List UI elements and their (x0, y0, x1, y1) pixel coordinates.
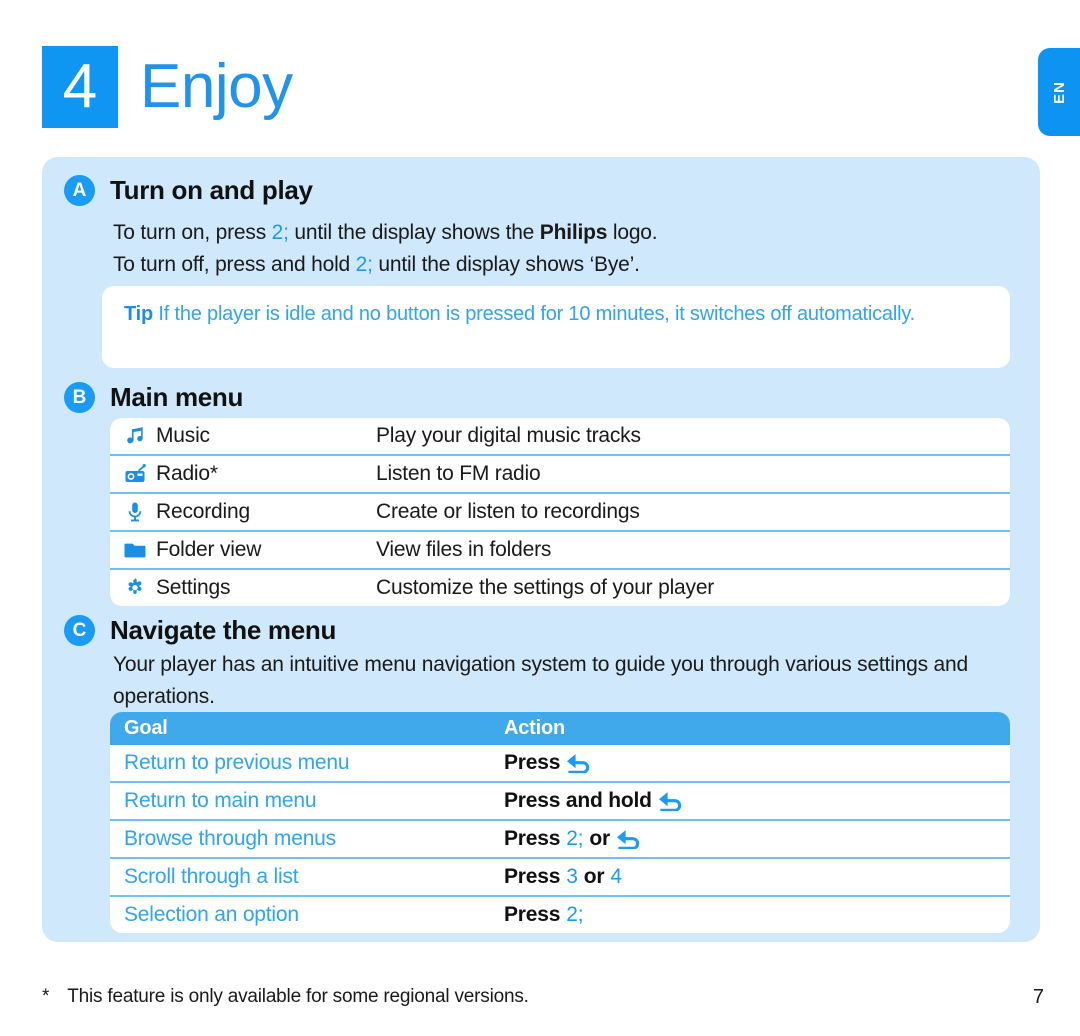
goal-cell: Browse through menus (124, 827, 336, 850)
turn-on-text-mid: until the display shows the (288, 221, 540, 244)
menu-row: Radio* Listen to FM radio (110, 456, 1010, 494)
radio-icon (124, 463, 146, 485)
column-header-action: Action (504, 717, 566, 739)
table-row: Scroll through a list Press 3 or 4 (110, 859, 1010, 897)
key-glyph-primary: 3 (566, 865, 578, 888)
turn-off-text-pre: To turn off, press and hold (113, 253, 356, 276)
tip-body: If the player is idle and no button is p… (153, 303, 916, 325)
action-verb: Press and hold (504, 789, 652, 812)
table-row: Return to main menu Press and hold (110, 783, 1010, 821)
footnote-text: This feature is only available for some … (67, 986, 529, 1007)
action-joiner: or (589, 827, 610, 850)
section-badge-c: C (64, 615, 95, 646)
microphone-icon (124, 501, 146, 523)
back-arrow-icon (616, 829, 642, 849)
menu-row: Folder view View files in folders (110, 532, 1010, 570)
chapter-number-badge: 4 (42, 46, 118, 128)
action-cell: Press 2; or (504, 827, 642, 851)
table-row: Selection an option Press 2; (110, 897, 1010, 933)
section-heading-a: A Turn on and play (64, 175, 313, 206)
tip-text: Tip If the player is idle and no button … (124, 299, 988, 329)
action-joiner: or (583, 865, 605, 888)
page-header: 4 Enjoy (42, 46, 293, 128)
menu-label-cell: Recording (124, 500, 376, 524)
main-menu-table: Music Play your digital music tracks Radio… (110, 418, 1010, 606)
menu-label: Radio* (156, 462, 218, 485)
menu-description: View files in folders (376, 538, 552, 561)
menu-label-cell: Music (124, 424, 376, 448)
action-cell: Press (504, 751, 592, 775)
section-badge-b: B (64, 382, 95, 413)
table-row: Return to previous menu Press (110, 745, 1010, 783)
menu-label: Settings (156, 576, 231, 599)
tip-box: Tip If the player is idle and no button … (102, 286, 1010, 368)
section-heading-b: B Main menu (64, 382, 243, 413)
goal-cell: Scroll through a list (124, 865, 299, 888)
section-badge-a: A (64, 175, 95, 206)
menu-row: Settings Customize the settings of your p… (110, 570, 1010, 606)
footnote-star: * (42, 986, 50, 1007)
menu-description: Play your digital music tracks (376, 424, 641, 447)
action-verb: Press (504, 865, 561, 888)
action-verb: Press (504, 903, 561, 926)
gear-icon (124, 577, 146, 599)
menu-label-cell: Radio* (124, 462, 376, 486)
page-title: Enjoy (140, 52, 293, 121)
section-title-c: Navigate the menu (110, 615, 337, 645)
section-a-line-1: To turn on, press 2; until the display s… (113, 217, 993, 249)
navigate-menu-table: Goal Action Return to previous menu Press… (110, 712, 1010, 933)
action-cell: Press 2; (504, 903, 584, 927)
language-tab: EN (1038, 48, 1080, 136)
menu-row: Music Play your digital music tracks (110, 418, 1010, 456)
menu-label-cell: Settings (124, 576, 376, 600)
action-verb: Press (504, 751, 561, 774)
section-a-line-2: To turn off, press and hold 2; until the… (113, 249, 993, 281)
key-glyph-secondary: 4 (610, 865, 622, 888)
action-cell: Press 3 or 4 (504, 865, 622, 889)
menu-label: Folder view (156, 538, 262, 561)
column-header-goal: Goal (124, 717, 168, 739)
section-heading-c: C Navigate the menu (64, 615, 336, 646)
menu-label-cell: Folder view (124, 538, 376, 562)
menu-description: Customize the settings of your player (376, 576, 715, 599)
navigate-table-header-row: Goal Action (110, 712, 1010, 745)
back-arrow-icon (658, 791, 684, 811)
menu-description: Create or listen to recordings (376, 500, 640, 523)
language-tab-label: EN (1050, 80, 1068, 104)
action-verb: Press (504, 827, 561, 850)
turn-off-text-post: until the display shows ‘Bye’. (372, 253, 640, 276)
tip-label: Tip (124, 303, 154, 325)
menu-description: Listen to FM radio (376, 462, 541, 485)
menu-row: Recording Create or listen to recordings (110, 494, 1010, 532)
page-number: 7 (1032, 986, 1044, 1008)
power-key-glyph-2: 2; (355, 253, 373, 276)
menu-label: Recording (156, 500, 250, 523)
section-title-a: Turn on and play (110, 175, 313, 205)
power-key-glyph-1: 2; (271, 221, 289, 244)
goal-cell: Return to main menu (124, 789, 317, 812)
goal-cell: Selection an option (124, 903, 299, 926)
key-glyph-primary: 2; (566, 903, 584, 926)
section-c-intro: Your player has an intuitive menu naviga… (113, 653, 968, 708)
section-title-b: Main menu (110, 382, 244, 412)
music-note-icon (124, 425, 146, 447)
footnote: * This feature is only available for some… (42, 986, 529, 1008)
turn-on-text-pre: To turn on, press (113, 221, 272, 244)
turn-on-text-post: logo. (607, 221, 658, 244)
folder-icon (124, 539, 146, 561)
action-cell: Press and hold (504, 789, 684, 813)
key-glyph-primary: 2; (566, 827, 584, 850)
menu-label: Music (156, 424, 210, 447)
goal-cell: Return to previous menu (124, 751, 350, 774)
philips-brand-text: Philips (539, 221, 608, 244)
table-row: Browse through menus Press 2; or (110, 821, 1010, 859)
back-arrow-icon (566, 753, 592, 773)
